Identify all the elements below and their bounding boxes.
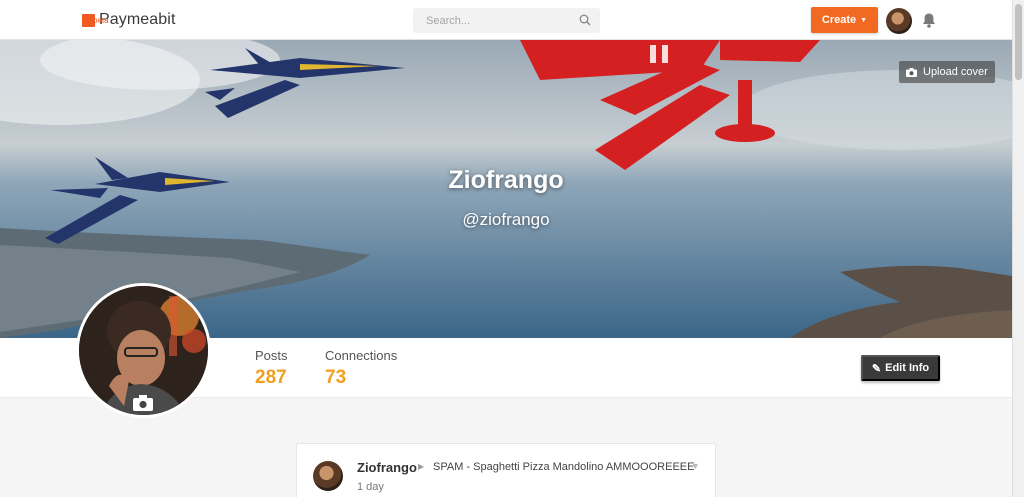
- post-timestamp: 1 day: [357, 481, 384, 493]
- create-button[interactable]: Create ▼: [811, 7, 878, 33]
- top-navbar: Paymeabit beta Create ▼: [0, 0, 1012, 40]
- brand-beta-tag: beta: [93, 16, 109, 25]
- stat-label: Posts: [255, 348, 288, 363]
- stat-value: 73: [325, 367, 347, 388]
- create-button-label: Create: [821, 14, 857, 26]
- post-channel[interactable]: SPAM - Spaghetti Pizza Mandolino AMMOOOR…: [433, 461, 694, 473]
- stat-connections[interactable]: Connections 73: [325, 348, 397, 389]
- scrollbar-thumb[interactable]: [1015, 4, 1022, 80]
- profile-handle: @ziofrango: [462, 210, 550, 229]
- pencil-icon: ✎: [871, 362, 882, 375]
- search-icon[interactable]: [579, 14, 591, 26]
- camera-icon: [906, 67, 917, 77]
- profile-name: Ziofrango: [448, 166, 564, 194]
- upload-cover-button[interactable]: Upload cover: [899, 61, 995, 83]
- upload-cover-label: Upload cover: [923, 66, 988, 78]
- bell-icon[interactable]: [921, 12, 937, 29]
- chevron-down-icon: ▼: [860, 16, 868, 24]
- post-author[interactable]: Ziofrango: [357, 460, 417, 475]
- search-box: [413, 8, 600, 33]
- stat-posts[interactable]: Posts 287: [255, 348, 288, 389]
- edit-info-label: Edit Info: [885, 362, 930, 374]
- post-author-avatar[interactable]: [313, 461, 343, 491]
- edit-info-button[interactable]: ✎ Edit Info: [861, 355, 940, 381]
- page-scrollbar[interactable]: [1012, 0, 1024, 497]
- camera-icon[interactable]: [133, 395, 153, 411]
- brand-name: Paymeabit: [99, 11, 176, 28]
- post-card[interactable]: Ziofrango ▶ SPAM - Spaghetti Pizza Mando…: [296, 443, 716, 497]
- user-avatar[interactable]: [886, 8, 912, 34]
- stat-value: 287: [255, 367, 287, 388]
- chevron-down-icon[interactable]: ▼: [691, 461, 700, 471]
- stat-label: Connections: [325, 348, 398, 363]
- arrow-right-icon: ▶: [418, 462, 425, 471]
- search-input[interactable]: [413, 8, 573, 33]
